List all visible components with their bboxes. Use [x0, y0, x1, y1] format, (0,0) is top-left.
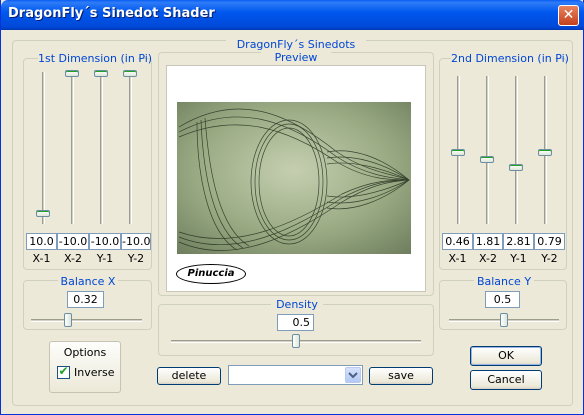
delete-button[interactable]: delete [157, 367, 221, 385]
dim1-y2-label: Y-2 [127, 252, 145, 265]
dim1-track-x1[interactable] [42, 72, 45, 224]
balance-y-value[interactable]: 0.5 [485, 291, 520, 308]
dim2-x1-label: X-1 [448, 252, 467, 265]
preset-dropdown[interactable] [228, 365, 363, 385]
options-title: Options [63, 346, 107, 359]
dim1-y1-slider-thumb[interactable] [94, 70, 108, 77]
dim1-title: 1st Dimension (in Pi) [38, 52, 153, 65]
dim2-y1-value[interactable]: 2.81 [503, 233, 534, 250]
dim2-x1-slider-thumb[interactable] [451, 148, 465, 156]
watermark-logo: Pinuccia [176, 264, 246, 284]
balance-y-label: Balance Y [474, 275, 534, 288]
dim1-x2-label: X-2 [64, 252, 82, 265]
dim2-y1-label: Y-1 [510, 252, 527, 265]
balance-x-track[interactable] [31, 319, 142, 322]
dim2-x2-label: X-2 [479, 252, 497, 265]
dim1-track-y1[interactable] [100, 72, 103, 224]
density-value[interactable]: 0.5 [277, 314, 314, 331]
balance-x-value[interactable]: 0.32 [67, 291, 104, 308]
dim1-y2-value[interactable]: -10.0 [121, 233, 151, 250]
dialog-window: DragonFly´s Sinedot Shader ✕ 1st Dimensi… [0, 0, 584, 415]
inverse-checkbox[interactable]: ✔ [57, 364, 70, 379]
dim2-y1-slider-thumb[interactable] [509, 163, 523, 171]
dim1-y2-slider-thumb[interactable] [123, 70, 137, 77]
cancel-button[interactable]: Cancel [470, 370, 542, 390]
balance-x-label: Balance X [58, 275, 118, 288]
dim2-track-y1[interactable] [515, 76, 518, 224]
dim1-x1-value[interactable]: 10.0 [26, 233, 57, 250]
options-panel: Options ✔ Inverse [49, 341, 121, 393]
dim2-x1-value[interactable]: 0.46 [442, 233, 473, 250]
chevron-down-icon [348, 372, 358, 379]
close-button[interactable]: ✕ [558, 5, 579, 26]
dim1-x2-value[interactable]: -10.0 [57, 233, 89, 250]
dim1-track-x2[interactable] [71, 72, 74, 224]
dim1-y1-value[interactable]: -10.0 [89, 233, 121, 250]
balance-x-slider-thumb[interactable] [63, 313, 72, 327]
dim2-track-x2[interactable] [486, 76, 489, 224]
dim2-y2-value[interactable]: 0.79 [534, 233, 565, 250]
preview-panel: Pinuccia [167, 66, 425, 291]
dim1-track-y2[interactable] [129, 72, 132, 224]
window-title: DragonFly´s Sinedot Shader [8, 6, 215, 21]
dim2-title: 2nd Dimension (in Pi) [451, 52, 569, 65]
dim1-x1-slider-thumb[interactable] [36, 210, 50, 218]
dim2-y2-label: Y-2 [541, 252, 558, 265]
density-slider-thumb[interactable] [292, 334, 300, 348]
save-button[interactable]: save [369, 367, 433, 385]
preview-subtitle: Preview [261, 51, 331, 64]
dim2-y2-slider-thumb[interactable] [538, 148, 552, 156]
dim2-x2-value[interactable]: 1.81 [473, 233, 503, 250]
title-bar[interactable]: DragonFly´s Sinedot Shader ✕ [1, 0, 584, 30]
dim1-y1-label: Y-1 [96, 252, 114, 265]
preview-image [177, 102, 411, 254]
checkmark-icon: ✔ [58, 364, 69, 378]
balance-y-slider-thumb[interactable] [500, 313, 508, 327]
dim1-x2-slider-thumb[interactable] [65, 70, 79, 77]
dropdown-arrow-button[interactable] [345, 367, 361, 383]
dim1-x1-label: X-1 [32, 252, 51, 265]
ok-button[interactable]: OK [470, 346, 542, 366]
preview-title: DragonFly´s Sinedots [226, 38, 366, 51]
density-label: Density [271, 298, 323, 311]
inverse-label[interactable]: Inverse [74, 366, 115, 379]
dim2-x2-slider-thumb[interactable] [480, 156, 494, 164]
